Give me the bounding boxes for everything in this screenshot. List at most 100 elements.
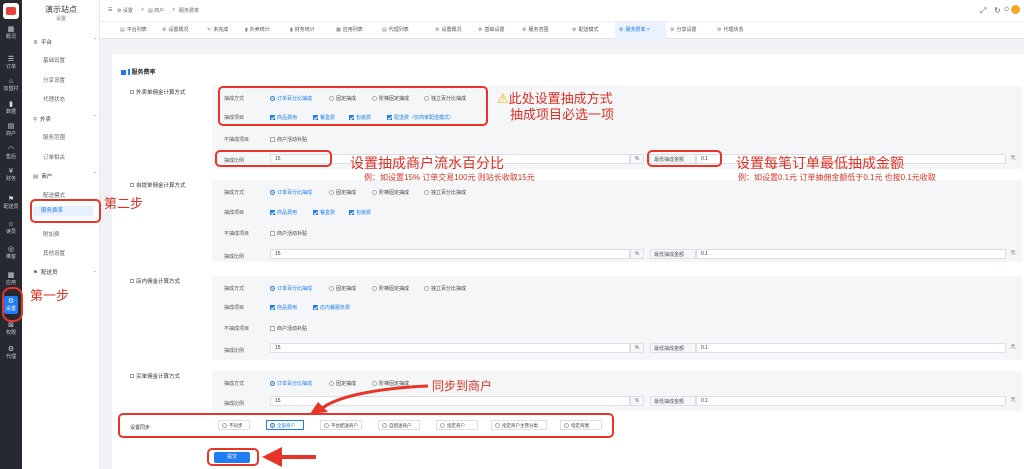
method-option[interactable]: 独立百分比抽成 xyxy=(424,285,466,292)
dashboard-icon: ▦ xyxy=(7,26,15,33)
method-option[interactable]: 阶梯固定抽成 xyxy=(372,380,409,387)
pickup-mode-label: 自提单佣金计算方式 xyxy=(130,181,186,189)
item-checkbox[interactable]: 包装费 xyxy=(349,209,371,216)
min-input[interactable]: 0.1 xyxy=(696,249,1006,259)
method-option[interactable]: 固定抽成 xyxy=(329,189,356,196)
item-checkbox[interactable]: 商品费用 xyxy=(270,209,297,216)
exclude-checkbox[interactable]: 商户活动补贴 xyxy=(270,325,307,332)
ratio-suffix: % xyxy=(630,249,644,259)
list-icon: ▤ xyxy=(382,27,387,33)
min-suffix: 元 xyxy=(1010,397,1016,403)
checkbox-icon xyxy=(130,374,134,378)
menu-icon[interactable]: ☰ xyxy=(108,7,112,13)
rail-item-finance[interactable]: ¥ 财务 xyxy=(0,168,22,182)
rail-item-orders[interactable]: ☰ 订单 xyxy=(0,56,22,70)
rail-item-merchants[interactable]: ▤ 商户 xyxy=(0,123,22,137)
expand-icon[interactable]: ⤢ xyxy=(980,6,986,16)
rail-item-apps[interactable]: ▩ 应用 xyxy=(0,272,22,286)
apps-icon: ▩ xyxy=(7,272,15,279)
sidebar-item-delivery-mode[interactable]: 配送模式 xyxy=(43,191,65,199)
method-option[interactable]: 固定抽成 xyxy=(329,285,356,292)
sidebar-item-service-range[interactable]: 服务范围 xyxy=(43,133,65,141)
rail-item-franchise[interactable]: ⌂ 加盟村 xyxy=(0,78,22,92)
ratio-input[interactable]: 15 xyxy=(270,249,630,259)
breadcrumb-current: 服务费率 xyxy=(179,8,200,14)
method-option[interactable]: 阶梯固定抽成 xyxy=(372,285,409,292)
tab-basic-settings[interactable]: ⚙ 基础设置 xyxy=(474,22,505,39)
tab-share-settings[interactable]: ⚙ 分享设置 xyxy=(666,22,697,39)
tab-service-rate[interactable]: ⚙ 服务费率 × xyxy=(615,22,666,39)
sidebar-item-share-settings[interactable]: 分享设置 xyxy=(43,76,65,84)
radio-icon xyxy=(329,190,334,195)
sidebar-item-other-settings[interactable]: 其他设置 xyxy=(43,249,65,257)
sidebar-group-rider[interactable]: ⚑ 配送员 ⌄ xyxy=(33,268,98,276)
rail-item-data[interactable]: ▮ 数据 xyxy=(0,101,22,115)
item-checkbox[interactable]: 店内餐服务费 xyxy=(313,304,350,311)
sidebar-item-basic-settings[interactable]: 基础设置 xyxy=(43,56,65,64)
min-suffix: 元 xyxy=(1010,344,1016,350)
close-icon[interactable]: × xyxy=(647,27,650,33)
lock-icon: ⊠ xyxy=(8,322,14,329)
method-option[interactable]: 独立百分比抽成 xyxy=(424,189,466,196)
chart-icon: ▮ xyxy=(290,27,293,33)
breadcrumb-settings[interactable]: ⚙ 设置 xyxy=(117,7,133,14)
tab-settings-overview-2[interactable]: ⚙ 设置概况 xyxy=(431,22,462,39)
item-checkbox[interactable]: 餐盒费 xyxy=(313,209,335,216)
highlight-sync-row xyxy=(118,413,614,438)
rail-item-permissions[interactable]: ⊠ 权限 xyxy=(0,322,22,336)
min-input[interactable]: 0.1 xyxy=(696,343,1006,353)
avatar[interactable] xyxy=(1011,5,1020,14)
method-label: 抽成方式 xyxy=(224,381,245,387)
gear-icon: ⚙ xyxy=(670,27,675,33)
exclude-label: 不抽成项目 xyxy=(224,137,250,143)
rail-item-riders[interactable]: ⚑ 配送员 xyxy=(0,196,22,210)
highlight-submit xyxy=(207,448,259,466)
headset-icon: ◠ xyxy=(7,146,15,153)
sidebar-group-merchant[interactable]: ▤ 商户 ⌃ xyxy=(33,172,98,180)
breadcrumb-merchant[interactable]: ▤ 商户 xyxy=(148,7,164,14)
tab-platform-list[interactable]: ▤ 平台列表 xyxy=(116,22,147,39)
checkbox-icon xyxy=(130,183,134,187)
method-option[interactable]: 固定抽成 xyxy=(329,380,356,387)
exclude-checkbox[interactable]: 商户活动补贴 xyxy=(270,136,307,143)
sidebar-item-surcharge[interactable]: 附加费 xyxy=(43,230,60,238)
sidebar-item-agent-status[interactable]: 代理状态 xyxy=(43,95,65,103)
refresh-icon[interactable]: ↻ xyxy=(994,6,1001,15)
chevron-down-icon: ⌄ xyxy=(93,268,98,274)
item-checkbox[interactable]: 商品费用 xyxy=(270,304,297,311)
power-icon[interactable]: ⏻ xyxy=(1004,7,1009,14)
checkbox-icon xyxy=(130,90,134,94)
rider-icon: ⚑ xyxy=(33,270,38,276)
rail-item-agents[interactable]: ⚙ 代理 xyxy=(0,346,22,360)
rail-item-overview[interactable]: ▦ 概况 xyxy=(0,26,22,40)
checkbox-icon xyxy=(130,279,134,283)
rail-item-promoters[interactable]: ◎ 推客 xyxy=(0,246,22,260)
tab-agent-status[interactable]: ⚙ 代理状态 xyxy=(713,22,744,39)
tab-service-range[interactable]: ⚙ 服务范围 xyxy=(518,22,549,39)
title-bar-icon xyxy=(128,69,130,75)
tab-agent-list[interactable]: ▤ 代理列表 xyxy=(378,22,409,39)
method-option[interactable]: 订单百分比抽成 xyxy=(270,189,312,196)
tab-unfinished[interactable]: ✎ 未完成 xyxy=(203,22,228,39)
method-option[interactable]: 阶梯固定抽成 xyxy=(372,189,409,196)
paybill-mode-label: 买单佣金计算方式 xyxy=(130,372,180,380)
tab-delivery-mode[interactable]: ⚙ 配送模式 xyxy=(568,22,599,39)
chevron-up-icon: ⌃ xyxy=(93,172,98,178)
tab-finance-stats[interactable]: ▮ 财务统计 xyxy=(286,22,315,39)
tab-settings-overview[interactable]: ⚙ 设置概况 xyxy=(158,22,189,39)
ratio-suffix: % xyxy=(630,154,644,164)
tab-app-list[interactable]: ▩ 应用列表 xyxy=(332,22,363,39)
sidebar-group-platform[interactable]: ⚙ 平台 ⌃ xyxy=(33,38,98,46)
tab-takeout-stats[interactable]: ▮ 外卖统计 xyxy=(241,22,270,39)
rail-item-aftersale[interactable]: ◠ 售后 xyxy=(0,146,22,160)
min-input[interactable]: 0.1 xyxy=(696,396,1006,406)
ratio-input[interactable]: 15 xyxy=(270,343,630,353)
sidebar-group-takeout[interactable]: ⚲ 外卖 ⌃ xyxy=(33,115,98,123)
ratio-input[interactable]: 15 xyxy=(270,396,630,406)
gear-icon: ⚙ xyxy=(435,27,440,33)
exclude-checkbox[interactable]: 商户活动补贴 xyxy=(270,230,307,237)
rail-item-readers[interactable]: ☺ 读员 xyxy=(0,221,22,235)
sidebar-item-order-related[interactable]: 订单相关 xyxy=(43,153,65,161)
method-option[interactable]: 订单百分比抽成 xyxy=(270,380,312,387)
method-option[interactable]: 订单百分比抽成 xyxy=(270,285,312,292)
